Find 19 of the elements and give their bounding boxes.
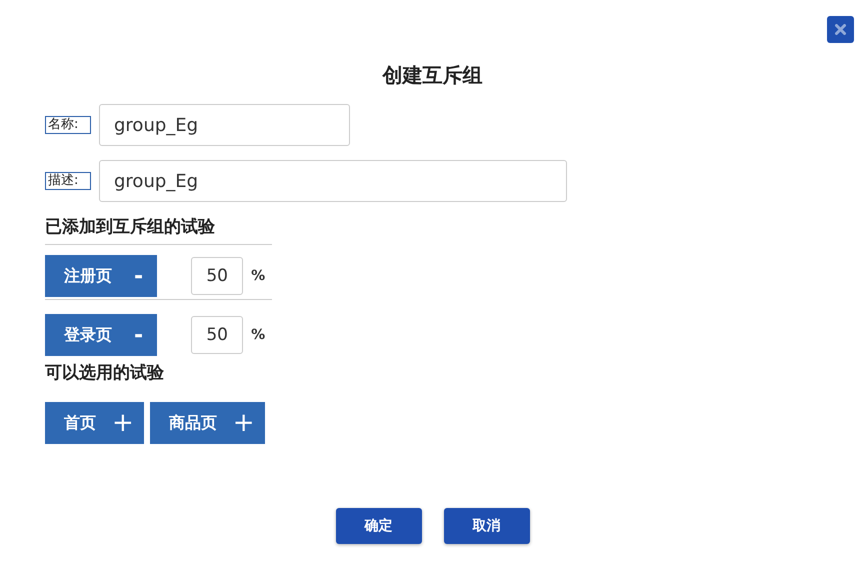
section-heading: 已添加到互斥组的试验 [45,216,272,245]
text-field[interactable]: group_Eg [99,104,350,146]
field-label: 描述: [45,172,91,190]
close-button[interactable] [827,16,854,43]
percent-field[interactable]: 50 [191,257,244,295]
percent-field[interactable]: 50 [191,316,244,354]
dialog-button[interactable]: 确定 [336,508,422,544]
percent-unit: % [251,268,266,284]
dialog-title: 创建互斥组 [382,62,482,89]
percent-unit: % [251,327,266,343]
dialog-button[interactable]: 取消 [444,508,530,544]
field-label: 名称: [45,116,91,134]
experiment-button[interactable]: 商品页 + [150,402,265,444]
text-field[interactable]: group_Eg [99,160,567,202]
experiment-button[interactable]: 登录页 - [45,314,158,356]
close-icon [835,24,846,35]
experiment-button[interactable]: 注册页 - [45,255,158,297]
experiment-button[interactable]: 首页 + [45,402,144,444]
section-heading: 可以选用的试验 [45,362,165,384]
